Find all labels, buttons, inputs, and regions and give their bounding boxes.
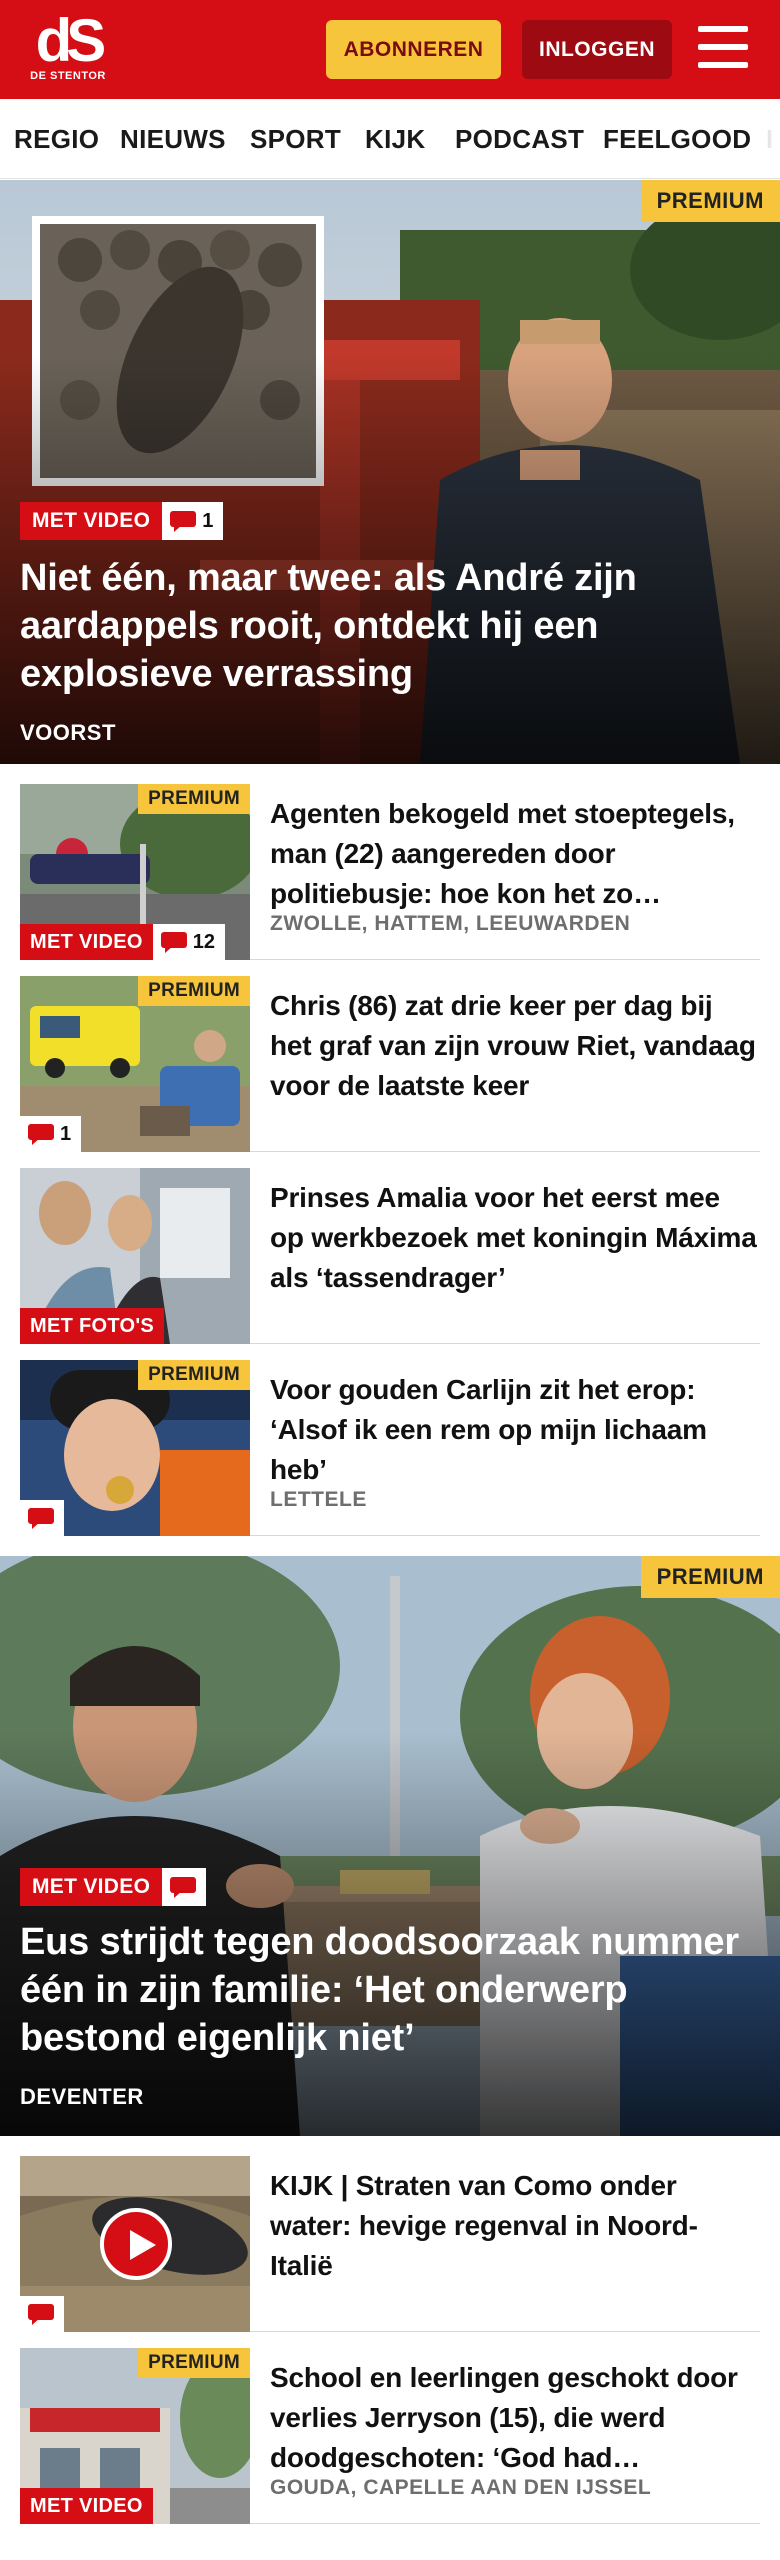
article-thumbnail: PREMIUM xyxy=(20,1360,250,1536)
comment-count[interactable]: 1 xyxy=(20,1116,82,1152)
nav-item-nieuws[interactable]: NIEUWS xyxy=(120,99,226,178)
comment-count[interactable] xyxy=(20,1500,64,1536)
article-title[interactable]: School en leerlingen geschokt door verli… xyxy=(270,2358,760,2478)
login-button[interactable]: INLOGGEN xyxy=(522,20,672,79)
thumbnail-tags xyxy=(20,2296,64,2332)
photos-tag: MET FOTO'S xyxy=(20,1308,165,1344)
list-item[interactable]: PREMIUM Voor gouden Carlijn zit het erop… xyxy=(20,1360,760,1536)
article-location: LETTELE xyxy=(270,1488,367,1511)
premium-badge: PREMIUM xyxy=(138,2348,250,2378)
logo-subtitle: DE STENTOR xyxy=(30,70,106,82)
article-thumbnail xyxy=(20,2156,250,2332)
premium-badge: PREMIUM xyxy=(138,784,250,814)
nav-item-podcast[interactable]: PODCAST xyxy=(455,99,584,178)
comment-count[interactable]: 1 xyxy=(162,502,224,540)
article-title[interactable]: KIJK | Straten van Como onder water: hev… xyxy=(270,2166,760,2286)
premium-badge: PREMIUM xyxy=(640,180,780,222)
premium-badge: PREMIUM xyxy=(138,976,250,1006)
nav-item-regio[interactable]: REGIO xyxy=(14,99,99,178)
site-logo[interactable]: dS DE STENTOR xyxy=(28,7,108,90)
article-thumbnail: PREMIUM MET VIDEO 12 xyxy=(20,784,250,960)
comment-icon xyxy=(28,2304,54,2325)
nav-fade xyxy=(750,99,780,178)
hero-article-1[interactable]: PREMIUM MET VIDEO 1 Niet één, maar twee:… xyxy=(0,180,780,764)
comment-count[interactable]: 12 xyxy=(152,924,225,960)
comment-count-value: 1 xyxy=(202,509,214,532)
article-title[interactable]: Prinses Amalia voor het eerst mee op wer… xyxy=(270,1178,760,1298)
nav-item-feelgood[interactable]: FEELGOOD xyxy=(603,99,751,178)
thumbnail-tags xyxy=(20,1500,64,1536)
hero-title[interactable]: Niet één, maar twee: als André zijn aard… xyxy=(20,554,740,698)
hero-location: VOORST xyxy=(20,720,116,745)
menu-icon[interactable] xyxy=(698,26,754,72)
thumbnail-tags: MET VIDEO 12 xyxy=(20,924,225,960)
list-item[interactable]: PREMIUM 1 Chris (86) zat drie keer per d… xyxy=(20,976,760,1152)
list-item[interactable]: PREMIUM MET VIDEO School en leerlingen g… xyxy=(20,2348,760,2524)
thumbnail-tags: 1 xyxy=(20,1116,82,1152)
nav-item-kijk[interactable]: KIJK xyxy=(365,99,425,178)
article-title[interactable]: Chris (86) zat drie keer per dag bij het… xyxy=(270,986,760,1106)
hero-tags: MET VIDEO 1 xyxy=(20,502,224,540)
hero-title[interactable]: Eus strijdt tegen doodsoorzaak nummer éé… xyxy=(20,1918,740,2062)
hero-tags: MET VIDEO xyxy=(20,1868,207,1906)
video-tag: MET VIDEO xyxy=(20,924,153,960)
comment-count[interactable] xyxy=(20,2296,64,2332)
list-item[interactable]: PREMIUM MET VIDEO 12 Agenten bekogeld me… xyxy=(20,784,760,960)
article-thumbnail: PREMIUM MET VIDEO xyxy=(20,2348,250,2524)
top-header: dS DE STENTOR ABONNEREN INLOGGEN xyxy=(0,0,780,99)
subscribe-button[interactable]: ABONNEREN xyxy=(326,20,501,79)
list-item[interactable]: KIJK | Straten van Como onder water: hev… xyxy=(20,2156,760,2332)
video-tag: MET VIDEO xyxy=(20,1868,163,1906)
nav-item-sport[interactable]: SPORT xyxy=(250,99,341,178)
video-tag: MET VIDEO xyxy=(20,502,163,540)
comment-count-value: 12 xyxy=(192,930,215,953)
comment-icon xyxy=(170,1877,197,1898)
premium-badge: PREMIUM xyxy=(138,1360,250,1390)
comment-count-value: 1 xyxy=(60,1122,72,1145)
article-thumbnail: PREMIUM 1 xyxy=(20,976,250,1152)
logo-mark: dS xyxy=(35,7,107,74)
hero-article-2[interactable]: PREMIUM MET VIDEO Eus strijdt tegen dood… xyxy=(0,1556,780,2136)
comment-icon xyxy=(28,1124,54,1145)
section-nav: REGIO NIEUWS SPORT KIJK PODCAST FEELGOOD… xyxy=(0,99,780,179)
video-tag: MET VIDEO xyxy=(20,2488,153,2524)
article-location: GOUDA, CAPELLE AAN DEN IJSSEL xyxy=(270,2476,652,2499)
article-location: ZWOLLE, HATTEM, LEEUWARDEN xyxy=(270,912,631,935)
hero-location: DEVENTER xyxy=(20,2084,144,2109)
thumbnail-tags: MET FOTO'S xyxy=(20,1308,165,1344)
comment-count[interactable] xyxy=(162,1868,207,1906)
article-thumbnail: MET FOTO'S xyxy=(20,1168,250,1344)
list-item[interactable]: MET FOTO'S Prinses Amalia voor het eerst… xyxy=(20,1168,760,1344)
comment-icon xyxy=(28,1508,54,1529)
thumbnail-tags: MET VIDEO xyxy=(20,2488,153,2524)
article-title[interactable]: Voor gouden Carlijn zit het erop: ‘Alsof… xyxy=(270,1370,760,1490)
premium-badge: PREMIUM xyxy=(640,1556,780,1598)
comment-icon xyxy=(160,932,187,953)
play-icon[interactable] xyxy=(100,2208,172,2280)
comment-icon xyxy=(170,511,197,532)
article-title[interactable]: Agenten bekogeld met stoeptegels, man (2… xyxy=(270,794,760,914)
